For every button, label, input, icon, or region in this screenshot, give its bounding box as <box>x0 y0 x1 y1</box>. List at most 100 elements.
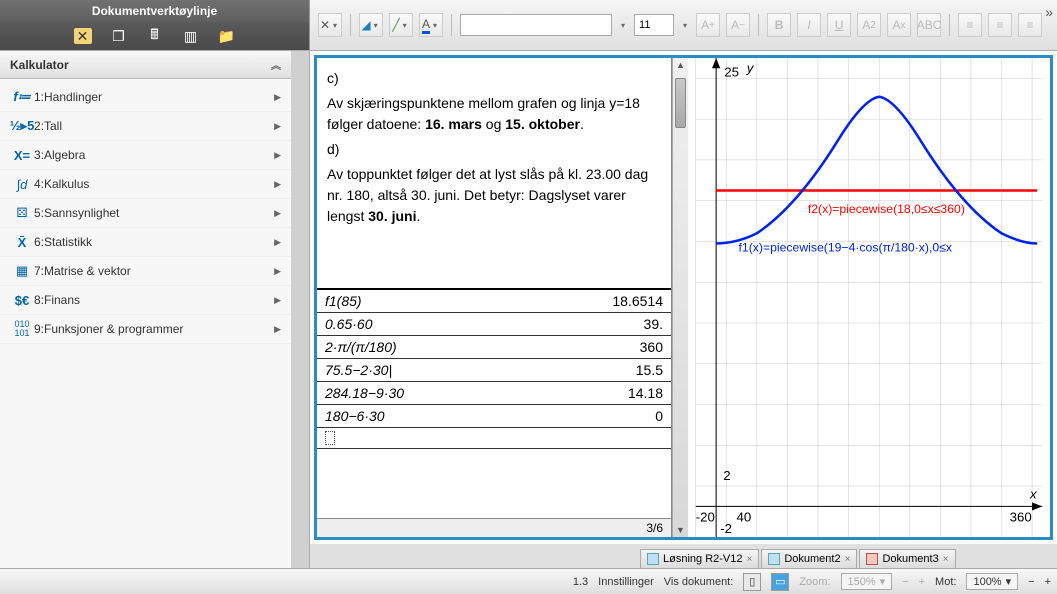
matrix-icon: ▦ <box>10 262 34 280</box>
scroll-down-icon[interactable]: ▼ <box>673 523 688 537</box>
font-family-select[interactable] <box>460 14 612 36</box>
chevron-down-icon: ▾ <box>880 575 886 588</box>
currency-icon: $€ <box>10 291 34 309</box>
menu-item-probability[interactable]: ⚄5:Sannsynlighet▶ <box>0 199 291 228</box>
doc-icon <box>768 553 780 565</box>
superscript-icon[interactable]: A2 <box>857 13 881 37</box>
chevron-right-icon: ▶ <box>274 208 281 219</box>
f1-curve <box>716 97 1037 244</box>
book-icon[interactable]: ▥ <box>182 28 200 44</box>
page-indicator[interactable]: 1.3 <box>573 576 588 588</box>
mot-in-icon[interactable]: + <box>1045 576 1051 588</box>
calc-row: 180−6·300 <box>317 405 671 428</box>
document-pane: ▲ c) Av skjæringspunktene mellom grafen … <box>314 55 1053 540</box>
calc-status: 3/6 <box>317 518 671 537</box>
integral-icon: ∫d <box>10 175 34 193</box>
calc-row: 2·π/(π/180)360 <box>317 336 671 359</box>
handheld-view-icon[interactable]: ▯ <box>743 573 761 591</box>
part-c-label: c) <box>327 68 661 89</box>
font-size-select[interactable] <box>634 14 674 36</box>
toolbar-more-icon[interactable]: » <box>1045 4 1053 20</box>
graph-svg: 25 y 2 -20 40 360 -2 x f2(x)=piecewise(1… <box>688 58 1050 537</box>
zoom-in-icon[interactable]: + <box>919 576 925 588</box>
chevron-right-icon: ▶ <box>274 237 281 248</box>
strikethrough-icon[interactable]: ABC <box>917 13 941 37</box>
x-tick-neg20: -20 <box>696 510 715 525</box>
menu-item-functions[interactable]: 0101019:Funksjoner & programmer▶ <box>0 315 291 344</box>
chevron-down-icon: ▾ <box>1006 575 1012 588</box>
part-c-body: Av skjæringspunktene mellom grafen og li… <box>327 93 661 135</box>
calc-icon[interactable]: 🖩 <box>146 28 164 44</box>
menu-item-statistics[interactable]: X̄6:Statistikk▶ <box>0 228 291 257</box>
align-right-icon[interactable]: ≡ <box>1018 13 1042 37</box>
y-tick-2: 2 <box>723 468 730 483</box>
close-icon[interactable]: × <box>845 554 851 565</box>
dice-icon: ⚄ <box>10 204 34 222</box>
mot-select[interactable]: 100%▾ <box>966 573 1018 590</box>
chevron-right-icon: ▶ <box>274 266 281 277</box>
x-axis-label: x <box>1029 486 1037 501</box>
align-left-icon[interactable]: ≡ <box>958 13 982 37</box>
chevron-right-icon: ▶ <box>274 121 281 132</box>
notes-scrollbar[interactable]: ▲ ▼ <box>672 58 688 537</box>
chevron-right-icon: ▶ <box>274 179 281 190</box>
subscript-icon[interactable]: Ax <box>887 13 911 37</box>
zoom-out-icon[interactable]: − <box>902 576 908 588</box>
pages-icon[interactable]: ❐ <box>110 28 128 44</box>
menu-item-algebra[interactable]: X=3:Algebra▶ <box>0 141 291 170</box>
close-icon[interactable]: × <box>943 554 949 565</box>
line-color-icon[interactable]: ╱▾ <box>389 13 413 37</box>
mot-out-icon[interactable]: − <box>1028 576 1034 588</box>
tab-dokument3[interactable]: Dokument3× <box>859 549 955 568</box>
close-icon[interactable]: × <box>747 554 753 565</box>
collapse-icon[interactable]: ︽ <box>271 57 281 72</box>
fx-icon: f≔ <box>10 88 34 106</box>
y-tick-25: 25 <box>724 64 739 79</box>
part-d-label: d) <box>327 139 661 160</box>
decrease-font-icon[interactable]: A− <box>726 13 750 37</box>
italic-icon[interactable]: I <box>797 13 821 37</box>
underline-icon[interactable]: U <box>827 13 851 37</box>
sidebar-panel-header[interactable]: Kalkulator ︽ <box>0 51 291 79</box>
x-tick-360: 360 <box>1010 510 1032 525</box>
calc-row: 0.65·6039. <box>317 313 671 336</box>
f2-label: f2(x)=piecewise(18,0≤x≤360) <box>808 202 965 216</box>
font-size-dropdown-icon[interactable]: ▾ <box>680 21 690 30</box>
fill-color-icon[interactable]: ◢▾ <box>359 13 383 37</box>
folder-icon[interactable]: 📁 <box>218 28 236 44</box>
notes-column: c) Av skjæringspunktene mellom grafen og… <box>317 58 672 537</box>
panel-title: Kalkulator <box>10 58 69 72</box>
doc-toolbar-title: Dokumentverktøylinje <box>0 0 309 22</box>
chevron-right-icon: ▶ <box>274 150 281 161</box>
menu-item-actions[interactable]: f≔1:Handlinger▶ <box>0 83 291 112</box>
scroll-up-icon[interactable]: ▲ <box>673 58 688 72</box>
wrench-icon[interactable]: ✕▾ <box>318 13 342 37</box>
calculator-menu: f≔1:Handlinger▶ ½▸52:Tall▶ X=3:Algebra▶ … <box>0 79 291 348</box>
tab-losning[interactable]: Løsning R2-V12× <box>640 549 759 568</box>
sidebar-scrollbar[interactable] <box>291 51 309 568</box>
scroll-thumb[interactable] <box>675 78 686 128</box>
menu-item-matrix[interactable]: ▦7:Matrise & vektor▶ <box>0 257 291 286</box>
font-family-dropdown-icon[interactable]: ▾ <box>618 21 628 30</box>
graph-panel[interactable]: 25 y 2 -20 40 360 -2 x f2(x)=piecewise(1… <box>688 58 1050 537</box>
menu-item-finance[interactable]: $€8:Finans▶ <box>0 286 291 315</box>
chevron-right-icon: ▶ <box>274 324 281 335</box>
settings-link[interactable]: Innstillinger <box>598 576 654 588</box>
bold-icon[interactable]: B <box>767 13 791 37</box>
menu-item-calculus[interactable]: ∫d4:Kalkulus▶ <box>0 170 291 199</box>
align-center-icon[interactable]: ≡ <box>988 13 1012 37</box>
computer-view-icon[interactable]: ▭ <box>771 573 789 591</box>
tools-icon[interactable]: ✕ <box>74 28 92 44</box>
x-tick-40: 40 <box>737 510 752 525</box>
calc-input-row[interactable] <box>317 428 671 449</box>
menu-item-number[interactable]: ½▸52:Tall▶ <box>0 112 291 141</box>
document-tool-panel: Dokumentverktøylinje ✕ ❐ 🖩 ▥ 📁 <box>0 0 310 50</box>
tab-dokument2[interactable]: Dokument2× <box>761 549 857 568</box>
part-d-body: Av toppunktet følger det at lyst slås på… <box>327 164 661 227</box>
increase-font-icon[interactable]: A+ <box>696 13 720 37</box>
calc-row: 75.5−2·30|15.5 <box>317 359 671 382</box>
font-color-icon[interactable]: A▾ <box>419 13 443 37</box>
notes-text[interactable]: c) Av skjæringspunktene mellom grafen og… <box>317 58 671 288</box>
zoom-select[interactable]: 150%▾ <box>841 573 893 590</box>
calculator-history[interactable]: f1(85)18.6514 0.65·6039. 2·π/(π/180)360 … <box>317 288 671 518</box>
